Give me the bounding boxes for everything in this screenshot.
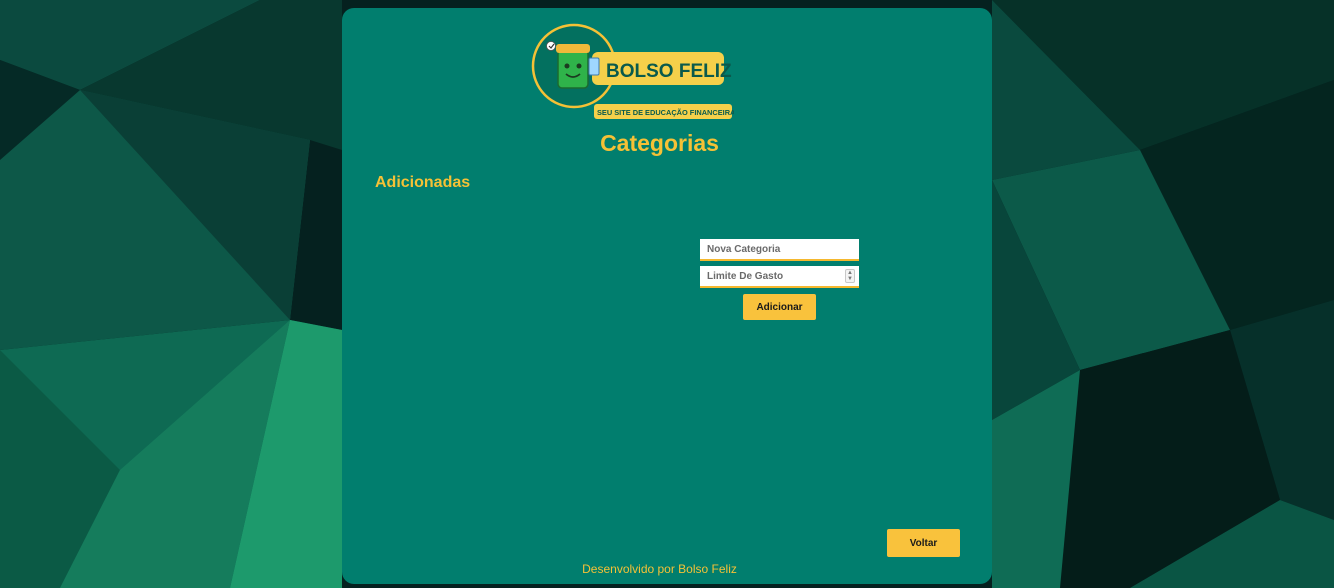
spending-limit-input[interactable] [700,266,859,288]
page-title: Categorias [600,130,719,156]
new-category-input[interactable] [700,239,859,261]
added-categories-heading: Adicionadas [375,174,471,191]
bolso-feliz-logo: BOLSO FELIZ SEU SITE DE EDUCAÇÃO FINANCE… [531,23,734,119]
footer-credit: Desenvolvido por Bolso Feliz [582,562,737,576]
number-spinner[interactable]: ▲ ▼ [845,269,855,283]
logo-tagline-text: SEU SITE DE EDUCAÇÃO FINANCEIRA [597,108,734,117]
main-card: BOLSO FELIZ SEU SITE DE EDUCAÇÃO FINANCE… [342,8,992,584]
add-category-button[interactable]: Adicionar [743,294,816,320]
back-button[interactable]: Voltar [887,529,960,557]
logo-brand-text: BOLSO FELIZ [606,61,732,82]
